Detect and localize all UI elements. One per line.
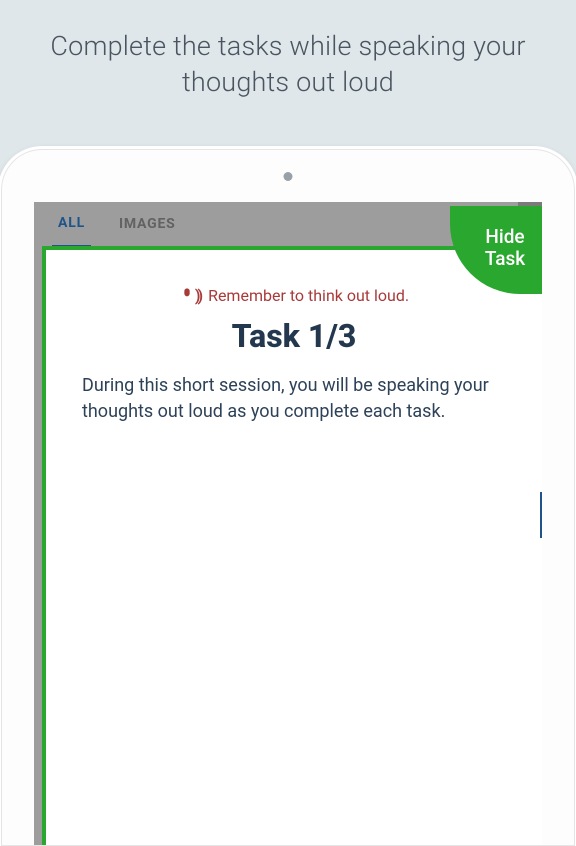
speak-icon: )) — [179, 286, 204, 305]
task-overlay: Hide Task )) Remember to think out loud. — [42, 246, 542, 845]
camera-icon — [284, 172, 293, 181]
tab-images[interactable]: IMAGES — [113, 202, 182, 246]
task-title: Task 1/3 — [78, 317, 510, 355]
hide-task-line2: Task — [485, 248, 525, 270]
tablet-inner: ALL IMAGES Hide Task — [1, 149, 575, 846]
task-description: During this short session, you will be s… — [78, 373, 510, 425]
task-content: )) Remember to think out loud. Task 1/3 … — [46, 250, 542, 425]
promo-headline: Complete the tasks while speaking your t… — [0, 0, 576, 101]
scroll-indicator — [540, 492, 542, 538]
tablet-screen: ALL IMAGES Hide Task — [34, 202, 542, 845]
reminder-text: )) Remember to think out loud. — [78, 286, 510, 305]
hide-task-line1: Hide — [485, 226, 524, 248]
tab-all[interactable]: ALL — [52, 202, 91, 248]
tablet-frame: ALL IMAGES Hide Task — [0, 146, 576, 846]
reminder-label: Remember to think out loud. — [208, 286, 409, 305]
